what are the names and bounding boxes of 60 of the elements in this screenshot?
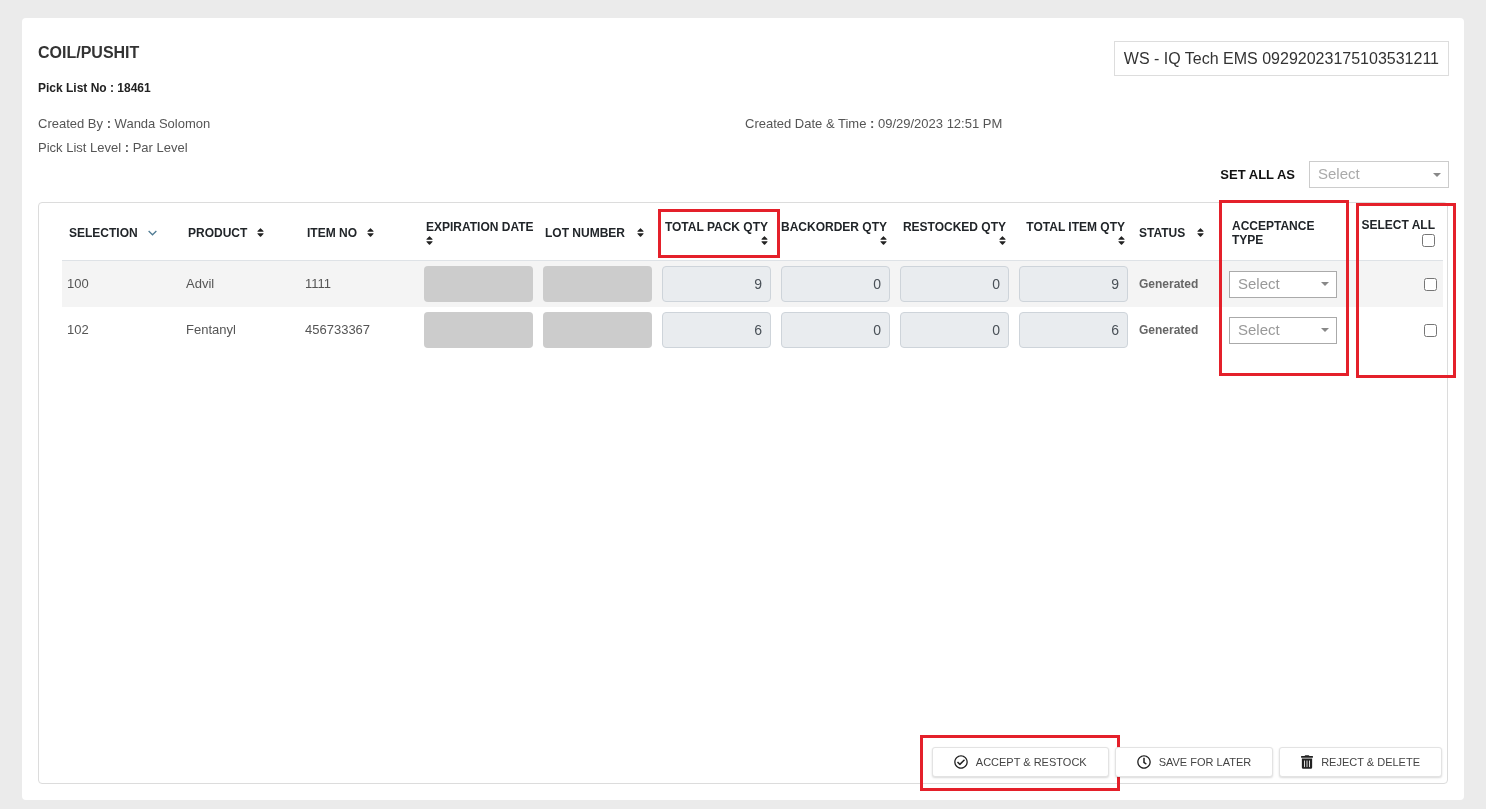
- sort-icon[interactable]: [880, 234, 887, 246]
- column-header[interactable]: EXPIRATION DATE: [426, 219, 534, 234]
- table-cell-text: Advil: [186, 275, 215, 294]
- trash-icon: [1301, 755, 1314, 769]
- masked-field[interactable]: [543, 312, 652, 348]
- page-title: COIL/PUSHIT: [38, 43, 141, 63]
- caret-icon: [1321, 282, 1329, 286]
- column-header[interactable]: PRODUCT: [188, 225, 248, 240]
- qty-field: 0: [781, 266, 890, 302]
- detail-text: Created By : Wanda Solomon: [38, 115, 212, 133]
- column-header[interactable]: TOTAL PACK QTY: [664, 219, 768, 234]
- sort-icon[interactable]: [426, 234, 433, 246]
- status-text: Generated: [1139, 276, 1199, 293]
- qty-field: 6: [1019, 312, 1128, 348]
- caret-icon: [1433, 172, 1441, 177]
- pick-list-number: Pick List No : 18461: [38, 80, 151, 96]
- checkbox[interactable]: [1424, 277, 1437, 291]
- sort-icon[interactable]: [761, 234, 768, 246]
- checkbox[interactable]: [1424, 323, 1437, 337]
- sort-icon[interactable]: [1197, 227, 1205, 238]
- detail-text: Created Date & Time : 09/29/2023 12:51 PM: [745, 115, 1004, 133]
- qty-field: 9: [662, 266, 771, 302]
- qty-field: 6: [662, 312, 771, 348]
- text-field[interactable]: WS - IQ Tech EMS 09292023175103531211: [1113, 41, 1449, 76]
- sort-icon[interactable]: [257, 227, 265, 238]
- qty-field: 0: [900, 312, 1009, 348]
- status-text: Generated: [1139, 322, 1199, 339]
- column-header[interactable]: SELECTION: [69, 225, 138, 240]
- qty-field: 9: [1019, 266, 1128, 302]
- table-cell-text: 100: [67, 275, 89, 294]
- masked-field[interactable]: [424, 266, 533, 302]
- table-cell-text: Fentanyl: [186, 321, 236, 340]
- detail-text: Pick List Level : Par Level: [38, 139, 189, 157]
- chevron-down-icon[interactable]: [147, 229, 157, 236]
- reject-button[interactable]: REJECT & DELETE: [1279, 747, 1442, 777]
- set-all-label: SET ALL AS: [1220, 165, 1295, 184]
- table-cell-text: 1111: [305, 275, 332, 294]
- column-header: ACCEPTANCE TYPE: [1232, 218, 1316, 247]
- sort-icon[interactable]: [999, 234, 1006, 246]
- column-header: SELECT ALL: [1361, 218, 1435, 232]
- checkbox[interactable]: [1422, 234, 1435, 247]
- sort-icon[interactable]: [637, 227, 644, 238]
- clock-icon: [1136, 755, 1151, 769]
- sort-icon[interactable]: [367, 227, 374, 238]
- qty-field: 0: [900, 266, 1009, 302]
- masked-field[interactable]: [424, 312, 533, 348]
- column-header[interactable]: RESTOCKED QTY: [902, 219, 1006, 234]
- caret-icon: [1321, 328, 1329, 332]
- column-header[interactable]: BACKORDER QTY: [781, 219, 887, 234]
- column-header[interactable]: TOTAL ITEM QTY: [1026, 219, 1125, 234]
- sort-icon[interactable]: [1118, 234, 1125, 246]
- column-header[interactable]: ITEM NO: [307, 225, 357, 240]
- column-header[interactable]: LOT NUMBER: [545, 225, 625, 240]
- accept-button[interactable]: ACCEPT & RESTOCK: [931, 747, 1109, 777]
- masked-field[interactable]: [543, 266, 652, 302]
- table-cell-text: 456733367: [305, 321, 371, 340]
- column-header[interactable]: STATUS: [1139, 225, 1186, 240]
- qty-field: 0: [781, 312, 890, 348]
- save-button[interactable]: SAVE FOR LATER: [1114, 747, 1274, 777]
- table-cell-text: 102: [67, 321, 89, 340]
